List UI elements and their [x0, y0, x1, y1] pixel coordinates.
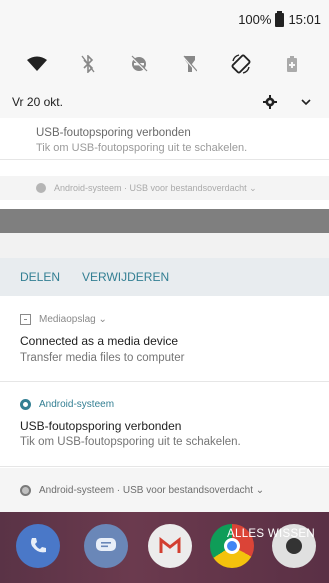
notification-title: Connected as a media device [20, 334, 179, 348]
usb-debug-notification[interactable]: Android-systeem USB-foutopsporing verbon… [0, 383, 329, 467]
clear-all-button[interactable]: ALLES WISSEN [227, 528, 315, 540]
auto-rotate-icon[interactable] [227, 50, 255, 78]
share-button[interactable]: DELEN [20, 270, 60, 284]
collapsed-usb-transfer-notification[interactable]: Android-systeem · USB voor bestandsoverd… [0, 468, 329, 512]
notification-text: Transfer media files to computer [20, 352, 185, 364]
notification-app-name: Android-systeem [39, 399, 115, 410]
clock: 15:01 [288, 12, 321, 27]
quick-settings-row [0, 42, 329, 86]
android-system-icon [20, 399, 31, 410]
status-bar: 100% 15:01 [0, 0, 329, 42]
status-right: 100% 15:01 [238, 10, 321, 27]
gmail-app-icon[interactable] [148, 524, 192, 568]
media-storage-notification[interactable]: Mediaopslag ⌄ Connected as a media devic… [0, 300, 329, 382]
settings-gear-icon[interactable] [259, 91, 281, 113]
notification-text: Tik om USB-foutopsporing uit te schakele… [20, 436, 241, 448]
usb-debug-card-top[interactable]: USB-foutopsporing verbonden Tik om USB-f… [0, 118, 329, 160]
wifi-icon[interactable] [23, 50, 51, 78]
notification-header: Mediaopslag ⌄ [20, 314, 329, 325]
summary-text: Android-systeem · USB voor bestandsoverd… [39, 484, 265, 496]
delete-button[interactable]: VERWIJDEREN [82, 270, 169, 284]
media-storage-icon [20, 314, 31, 325]
bluetooth-off-icon[interactable] [74, 50, 102, 78]
collapsed-card-text: Android-systeem · USB voor bestandsoverd… [54, 182, 257, 193]
notification-app-name[interactable]: Mediaopslag ⌄ [39, 314, 107, 325]
android-system-icon [36, 183, 46, 193]
divider-gap [0, 233, 329, 258]
flashlight-off-icon[interactable] [176, 50, 204, 78]
card-text: Tik om USB-foutopsporing uit te schakele… [36, 142, 248, 154]
android-system-icon [20, 484, 31, 496]
notification-title: USB-foutopsporing verbonden [20, 419, 182, 433]
dnd-off-icon[interactable] [125, 50, 153, 78]
screenshot-actions: DELEN VERWIJDEREN [0, 258, 329, 296]
expand-chevron-icon[interactable] [295, 91, 317, 113]
collapsed-system-card[interactable]: Android-systeem · USB voor bestandsoverd… [0, 176, 329, 200]
phone-app-icon[interactable] [16, 524, 60, 568]
battery-saver-icon[interactable] [278, 50, 306, 78]
messages-app-icon[interactable] [84, 524, 128, 568]
card-title: USB-foutopsporing verbonden [36, 127, 191, 139]
notification-header: Android-systeem [20, 399, 329, 410]
date-row: Vr 20 okt. [0, 86, 329, 118]
swipe-background-bar [0, 209, 329, 233]
date-label: Vr 20 okt. [12, 95, 63, 109]
battery-icon [275, 10, 285, 27]
battery-percent: 100% [238, 12, 272, 27]
